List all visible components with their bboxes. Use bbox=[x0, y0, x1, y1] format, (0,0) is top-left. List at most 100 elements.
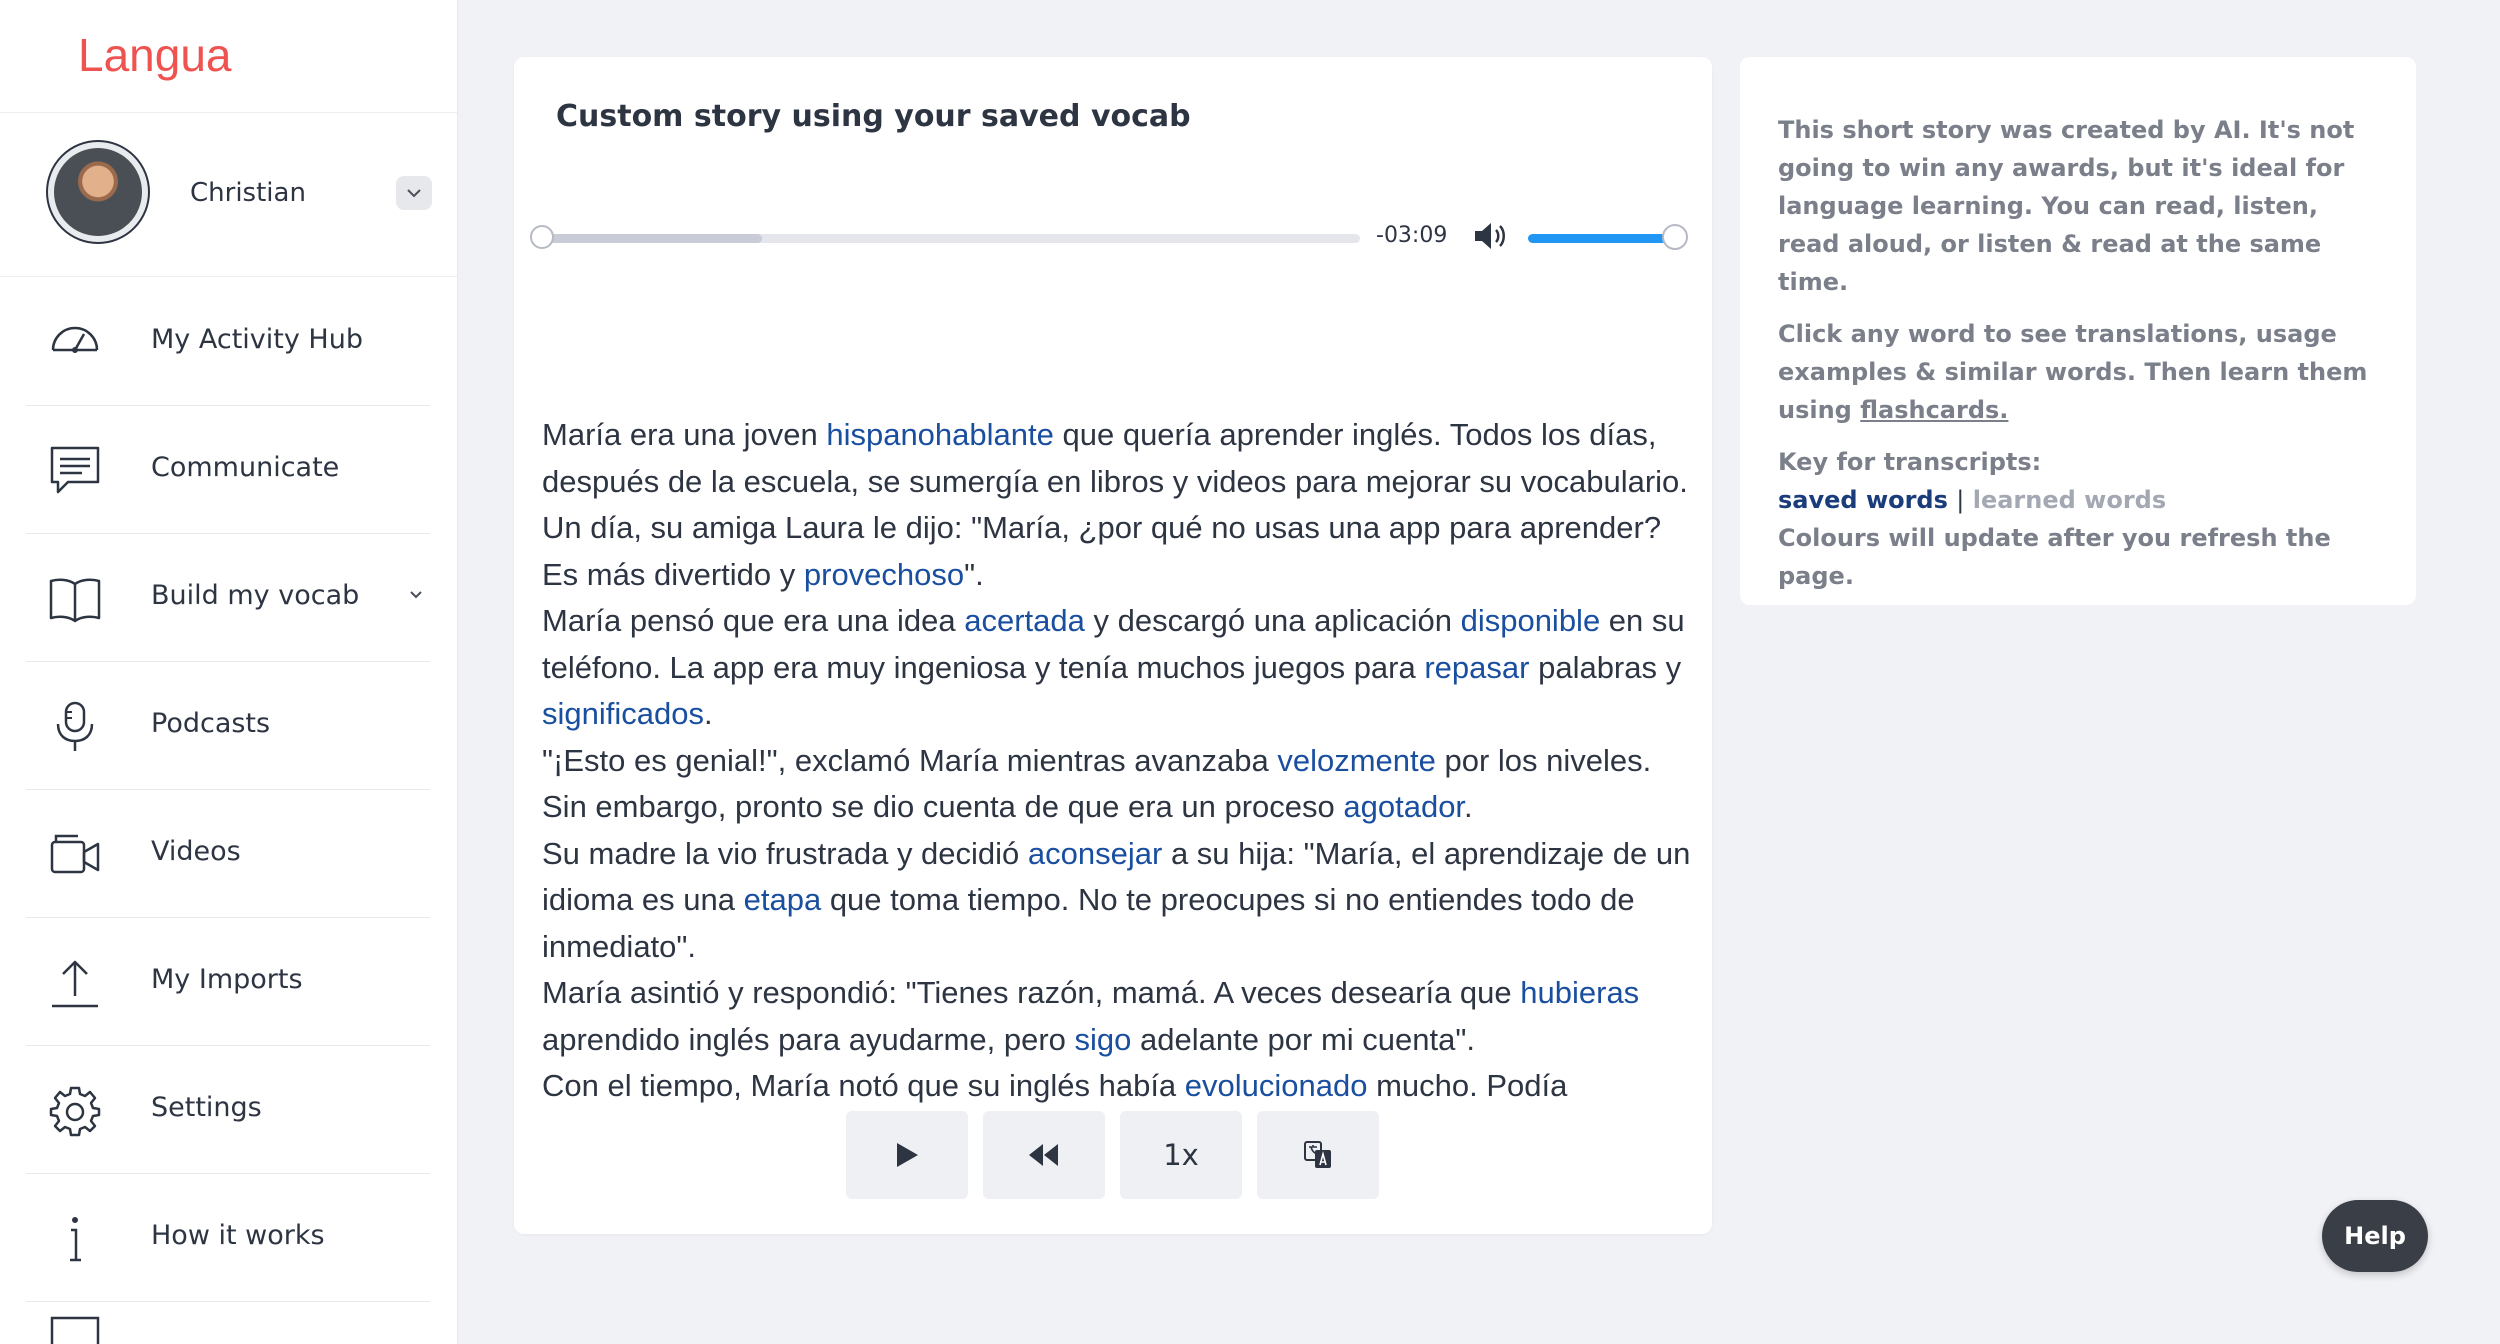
saved-word[interactable]: aconsejar bbox=[1028, 836, 1162, 871]
story-text[interactable]: Su madre la vio frustrada y decidió bbox=[542, 836, 1028, 871]
document-icon bbox=[50, 1316, 100, 1344]
time-remaining: -03:09 bbox=[1376, 223, 1448, 248]
story-text[interactable]: Con el tiempo, María notó que su inglés … bbox=[542, 1068, 1185, 1103]
profile-dropdown-button[interactable] bbox=[396, 176, 432, 210]
speed-label: 1x bbox=[1163, 1138, 1199, 1172]
sidebar-item-label: Videos bbox=[151, 836, 241, 867]
key-separator: | bbox=[1956, 486, 1965, 514]
volume-knob[interactable] bbox=[1662, 224, 1688, 250]
key-saved-words: saved words bbox=[1778, 486, 1948, 514]
info-card: This short story was created by AI. It's… bbox=[1740, 57, 2416, 605]
play-button[interactable] bbox=[846, 1111, 968, 1199]
sidebar-item-videos[interactable]: Videos bbox=[26, 790, 430, 918]
sidebar-item-label: My Imports bbox=[151, 964, 303, 995]
sidebar-item-build-vocab[interactable]: Build my vocab bbox=[26, 534, 430, 662]
story-paragraph: María era una joven hispanohablante que … bbox=[542, 412, 1692, 505]
help-button[interactable]: Help bbox=[2322, 1200, 2428, 1272]
saved-word[interactable]: velozmente bbox=[1277, 743, 1436, 778]
video-camera-icon bbox=[50, 834, 100, 874]
info-intro: This short story was created by AI. It's… bbox=[1778, 116, 2355, 296]
sidebar-item-label: How it works bbox=[151, 1220, 325, 1251]
chevron-down-icon bbox=[410, 591, 422, 599]
saved-word[interactable]: acertada bbox=[964, 603, 1085, 638]
story-paragraph: "¡Esto es genial!", exclamó María mientr… bbox=[542, 738, 1692, 831]
rewind-icon bbox=[1029, 1144, 1058, 1166]
playback-progress-bar[interactable] bbox=[542, 234, 1360, 243]
story-text[interactable]: María era una joven bbox=[542, 417, 826, 452]
sidebar-item-label: Podcasts bbox=[151, 708, 271, 739]
help-label: Help bbox=[2344, 1222, 2406, 1250]
saved-word[interactable]: sigo bbox=[1075, 1022, 1132, 1057]
avatar bbox=[46, 140, 150, 244]
story-paragraph: María pensó que era una idea acertada y … bbox=[542, 598, 1692, 738]
sidebar-nav: My Activity Hub Communicate Build my voc… bbox=[26, 278, 430, 1302]
story-paragraph: Con el tiempo, María notó que su inglés … bbox=[542, 1063, 1692, 1110]
sidebar-item-label: My Activity Hub bbox=[151, 324, 363, 355]
saved-word[interactable]: evolucionado bbox=[1185, 1068, 1368, 1103]
saved-word[interactable]: hubieras bbox=[1520, 975, 1639, 1010]
story-title: Custom story using your saved vocab bbox=[556, 99, 1191, 134]
progress-knob[interactable] bbox=[530, 225, 554, 249]
story-text[interactable]: María pensó que era una idea bbox=[542, 603, 964, 638]
story-text[interactable]: ". bbox=[964, 557, 984, 592]
saved-word[interactable]: repasar bbox=[1424, 650, 1529, 685]
sidebar-item-partial[interactable] bbox=[26, 1310, 430, 1344]
saved-word[interactable]: agotador bbox=[1343, 789, 1464, 824]
speed-button[interactable]: 1x bbox=[1120, 1111, 1242, 1199]
sidebar-item-label: Communicate bbox=[151, 452, 340, 483]
sidebar-item-podcasts[interactable]: Podcasts bbox=[26, 662, 430, 790]
sidebar-item-communicate[interactable]: Communicate bbox=[26, 406, 430, 534]
transcript-key: Key for transcripts: saved words | learn… bbox=[1778, 443, 2378, 595]
story-text[interactable]: mucho. Podía bbox=[1367, 1068, 1567, 1103]
saved-word[interactable]: provechoso bbox=[804, 557, 964, 592]
story-text[interactable]: . bbox=[704, 696, 713, 731]
refresh-note: Colours will update after you refresh th… bbox=[1778, 524, 2331, 590]
story-text[interactable]: María asintió y respondió: "Tienes razón… bbox=[542, 975, 1520, 1010]
story-paragraph: María asintió y respondió: "Tienes razón… bbox=[542, 970, 1692, 1063]
translate-button[interactable] bbox=[1257, 1111, 1379, 1199]
sidebar-item-label: Settings bbox=[151, 1092, 262, 1123]
story-paragraph: Su madre la vio frustrada y decidió acon… bbox=[542, 831, 1692, 971]
story-text[interactable]: aprendido inglés para ayudarme, pero bbox=[542, 1022, 1075, 1057]
sidebar: Langua Christian My Activity Hub Communi… bbox=[0, 0, 458, 1344]
story-text[interactable]: y descargó una aplicación bbox=[1085, 603, 1461, 638]
story-player-card: Custom story using your saved vocab -03:… bbox=[514, 57, 1712, 1234]
key-legend: saved words | learned words bbox=[1778, 481, 2378, 519]
chevron-down-icon bbox=[407, 189, 421, 198]
key-heading: Key for transcripts: bbox=[1778, 448, 2042, 476]
story-transcript: María era una joven hispanohablante que … bbox=[542, 412, 1692, 1135]
sidebar-item-settings[interactable]: Settings bbox=[26, 1046, 430, 1174]
story-text[interactable]: adelante por mi cuenta". bbox=[1131, 1022, 1475, 1057]
divider bbox=[0, 112, 457, 113]
story-text[interactable]: Un día, su amiga Laura le dijo: "María, … bbox=[542, 510, 1661, 592]
flashcards-link[interactable]: flashcards. bbox=[1860, 396, 2008, 424]
story-text[interactable]: "¡Esto es genial!", exclamó María mientr… bbox=[542, 743, 1277, 778]
gear-icon bbox=[49, 1086, 101, 1137]
info-icon bbox=[70, 1217, 81, 1262]
progress-buffered bbox=[542, 234, 762, 243]
langua-logo[interactable]: Langua bbox=[78, 28, 232, 82]
logo-text: Langua bbox=[78, 29, 232, 81]
sidebar-item-my-imports[interactable]: My Imports bbox=[26, 918, 430, 1046]
play-icon bbox=[897, 1143, 918, 1167]
info-click-text: Click any word to see translations, usag… bbox=[1778, 315, 2378, 429]
sidebar-item-how-it-works[interactable]: How it works bbox=[26, 1174, 430, 1302]
key-learned-words: learned words bbox=[1972, 486, 2167, 514]
info-body: This short story was created by AI. It's… bbox=[1778, 111, 2378, 595]
story-text[interactable]: palabras y bbox=[1529, 650, 1681, 685]
profile-menu[interactable]: Christian bbox=[46, 140, 436, 250]
story-text[interactable]: . bbox=[1464, 789, 1473, 824]
translate-icon bbox=[1304, 1141, 1331, 1168]
profile-name: Christian bbox=[190, 178, 306, 208]
volume-icon[interactable] bbox=[1472, 219, 1512, 253]
sidebar-item-activity-hub[interactable]: My Activity Hub bbox=[26, 278, 430, 406]
divider bbox=[0, 276, 457, 277]
saved-word[interactable]: significados bbox=[542, 696, 704, 731]
saved-word[interactable]: disponible bbox=[1461, 603, 1601, 638]
saved-word[interactable]: etapa bbox=[744, 882, 822, 917]
saved-word[interactable]: hispanohablante bbox=[826, 417, 1054, 452]
book-icon bbox=[49, 578, 101, 623]
rewind-button[interactable] bbox=[983, 1111, 1105, 1199]
microphone-icon bbox=[56, 701, 94, 751]
upload-icon bbox=[52, 960, 98, 1008]
